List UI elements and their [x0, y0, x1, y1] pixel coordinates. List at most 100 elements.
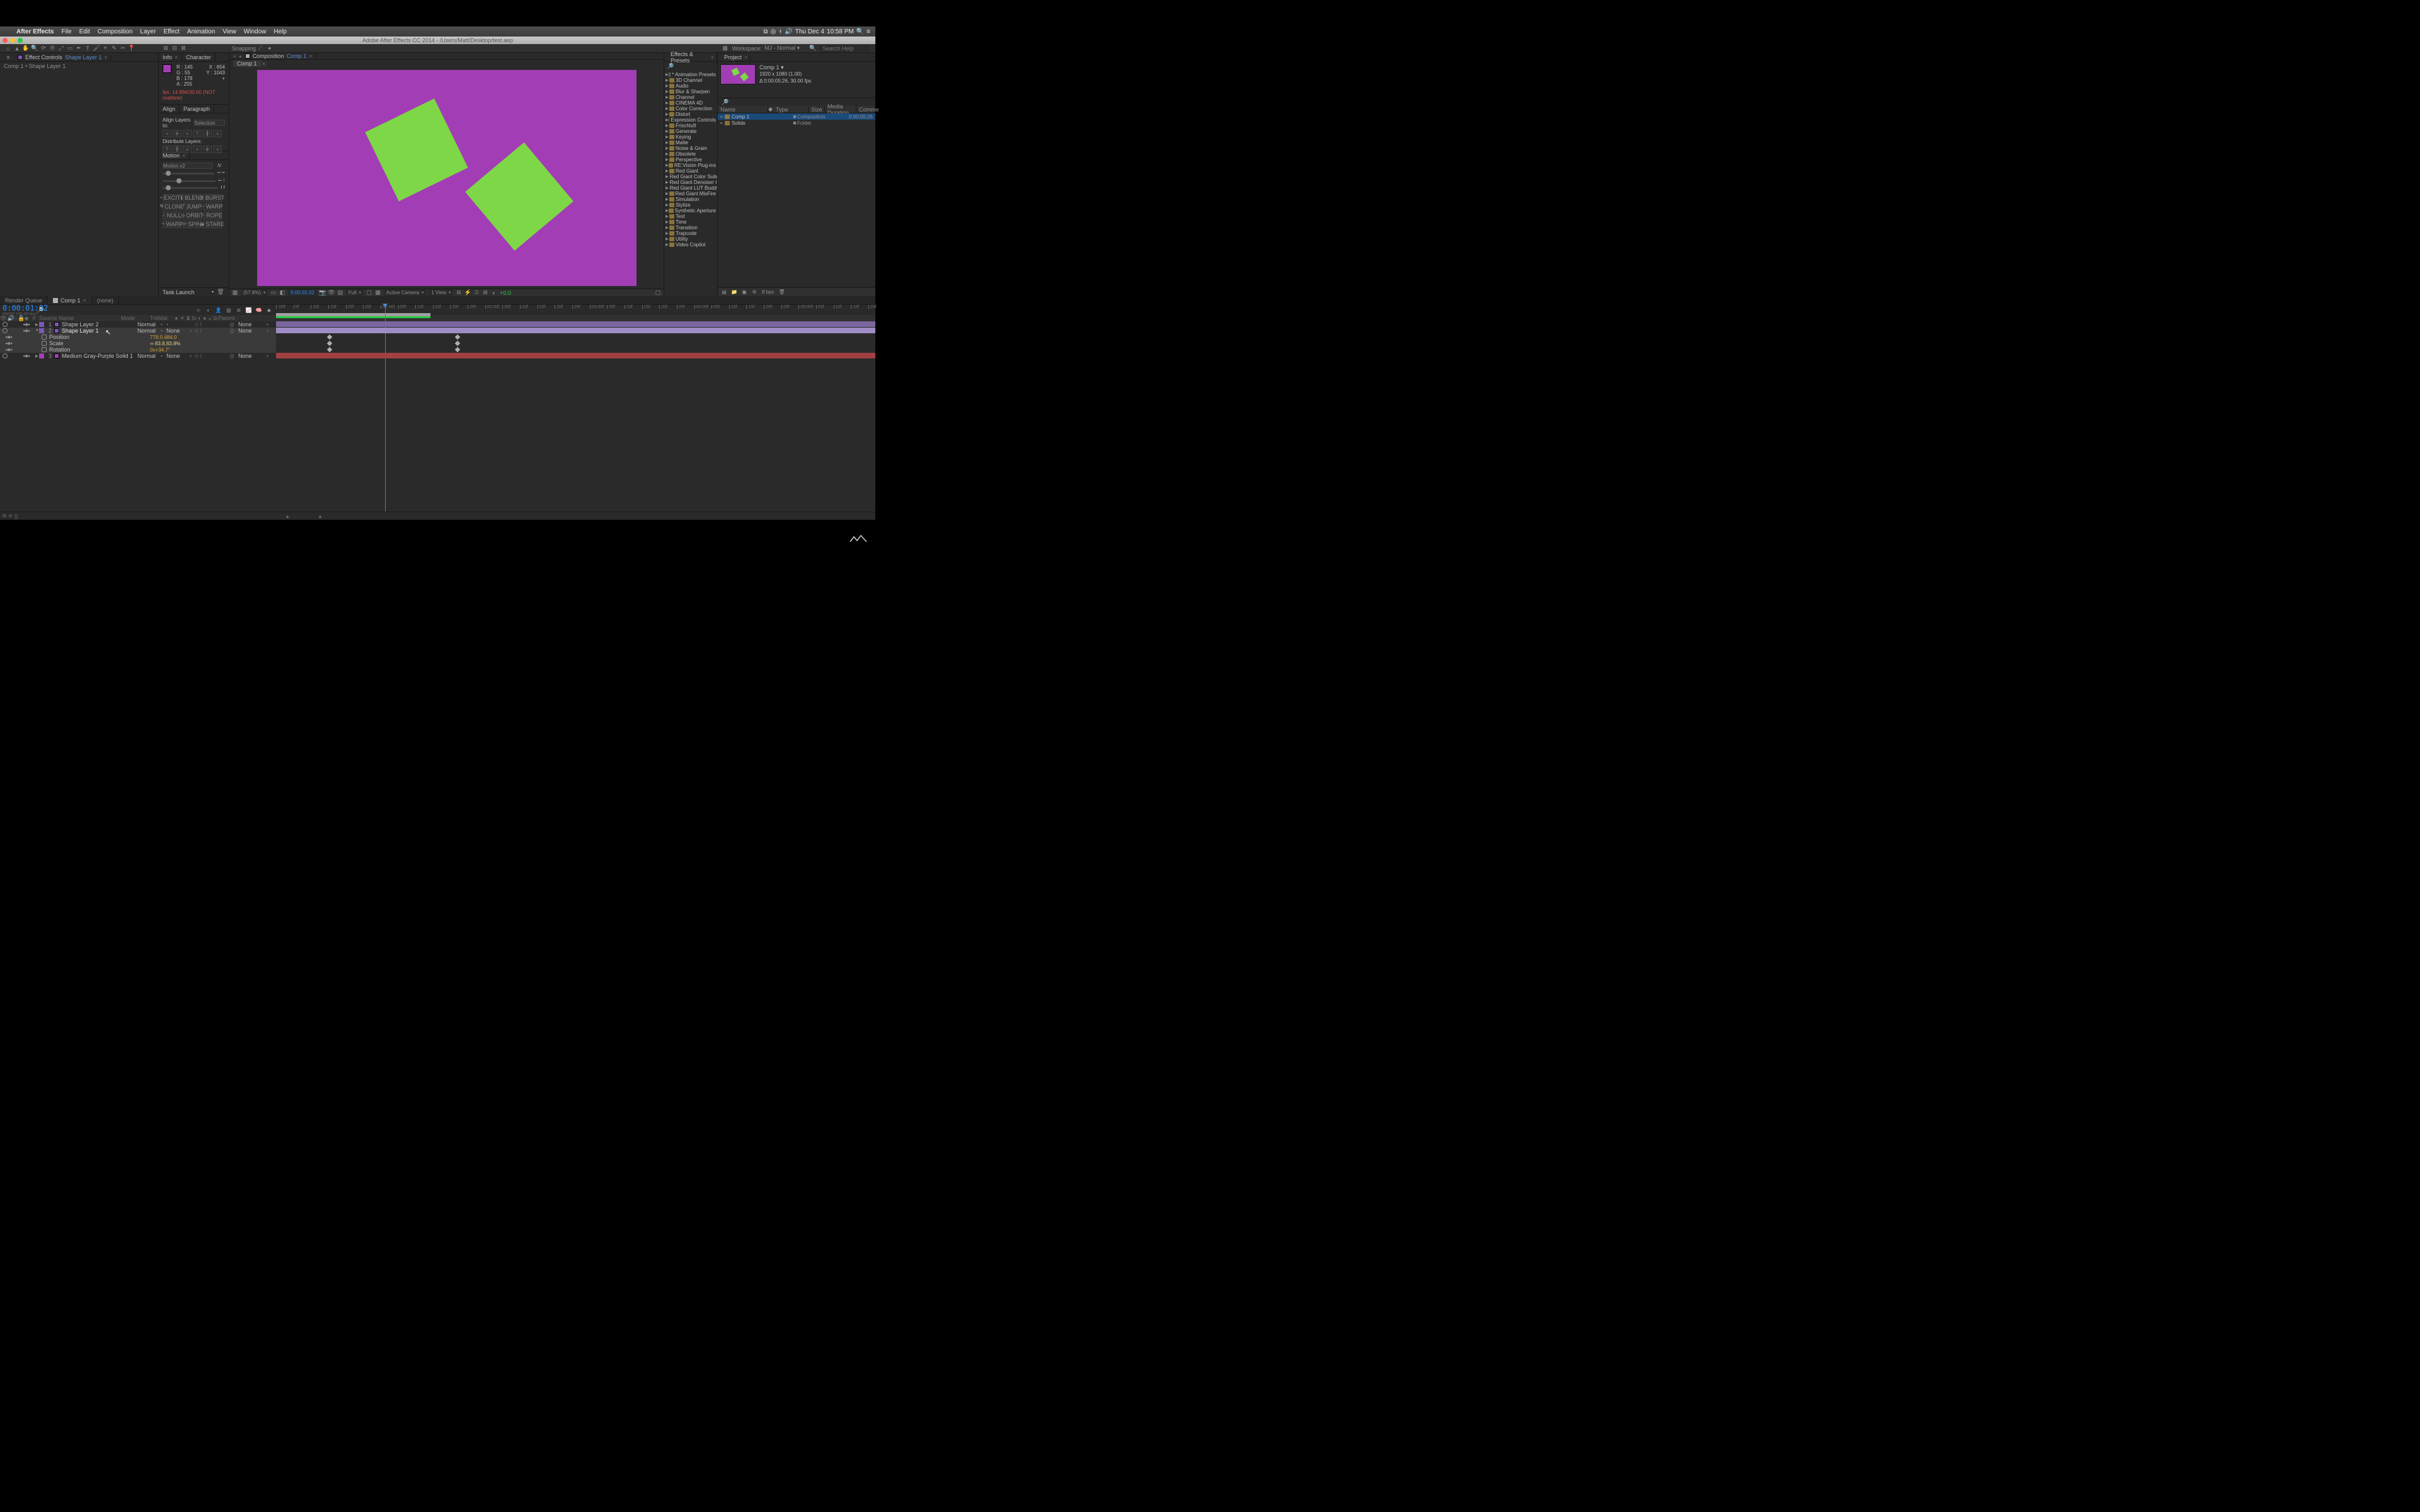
character-tab[interactable]: Character: [182, 53, 216, 61]
pen-tool-icon[interactable]: ✒: [74, 44, 83, 53]
draft-3d-icon[interactable]: ◐: [205, 306, 212, 314]
timeline-layer-row[interactable]: ◂◆▸▼2Shape Layer 1NormalNone⊹/@None: [0, 328, 276, 334]
property-row[interactable]: ◂◆▸Position778.0,484.0: [0, 334, 276, 340]
stopwatch-icon[interactable]: [42, 335, 47, 340]
keyframe-nav[interactable]: ◂◆▸: [5, 347, 18, 352]
motion-clone-button[interactable]: ⧉CLONE: [163, 203, 182, 210]
disclosure-triangle-icon[interactable]: ▸: [719, 121, 724, 125]
timeline-layer-row[interactable]: ◂◆▸▶1Shape Layer 2Normal⊹/@None: [0, 321, 276, 328]
type-tool-icon[interactable]: T: [83, 44, 92, 53]
fx-category[interactable]: ▶Transition: [664, 225, 717, 231]
close-icon[interactable]: ×: [744, 54, 747, 60]
puppet-tool-icon[interactable]: 📍: [127, 44, 136, 53]
fx-category[interactable]: ▶Audio: [664, 83, 717, 89]
align-left-icon[interactable]: ⫠: [163, 130, 171, 137]
audio-switch-header-icon[interactable]: 🔊: [7, 315, 14, 322]
fx-category[interactable]: ▶Matte: [664, 140, 717, 146]
menu-composition[interactable]: Composition: [94, 28, 137, 35]
rotation-tool-icon[interactable]: ⟳: [39, 44, 48, 53]
comp-mini-flowchart-icon[interactable]: ⊹: [195, 306, 202, 314]
motion-curve-icon[interactable]: /\/: [214, 164, 225, 168]
disclosure-triangle-icon[interactable]: ▶: [666, 180, 669, 185]
close-icon[interactable]: ×: [83, 297, 86, 304]
fx-category[interactable]: ▶Simulation: [664, 197, 717, 202]
property-value[interactable]: 778.0,484.0: [112, 335, 176, 340]
resolution-dropdown[interactable]: Full: [346, 289, 364, 296]
property-row[interactable]: ◂◆▸Rotation0x+34.7°: [0, 346, 276, 353]
fx-category[interactable]: ▶Expression Controls: [664, 117, 717, 123]
track-matte-dropdown[interactable]: None: [166, 353, 192, 359]
effect-controls-tab[interactable]: Effect Controls Shape Layer 1 ×: [15, 54, 111, 60]
fx-category[interactable]: ▶Text: [664, 214, 717, 219]
parent-pickwhip-icon[interactable]: @: [229, 328, 234, 334]
align-target-dropdown[interactable]: Selection: [194, 120, 226, 126]
motion-slider-3[interactable]: [163, 187, 218, 189]
parent-pickwhip-icon[interactable]: @: [229, 322, 234, 328]
brainstorm-icon[interactable]: 🧠: [255, 306, 263, 314]
timeline-none-tab[interactable]: (none): [92, 296, 119, 304]
fx-category[interactable]: ▶Obsolete: [664, 151, 717, 157]
paragraph-tab[interactable]: Paragraph: [180, 105, 214, 113]
fx-category[interactable]: ▶3D Channel: [664, 77, 717, 83]
fx-category[interactable]: ▶Color Correction: [664, 106, 717, 112]
motion-orbit-button[interactable]: ◎ORBIT: [183, 212, 202, 219]
auto-keyframe-icon[interactable]: ◆: [265, 306, 273, 314]
fx-category[interactable]: ▶Red Giant LUT Buddy: [664, 185, 717, 191]
flowchart-tab[interactable]: Comp 1 ×: [233, 60, 271, 67]
mask-toggle-icon[interactable]: ◧: [279, 290, 285, 296]
motion-jump-button[interactable]: ⤒JUMP: [183, 203, 202, 210]
minimize-window-icon[interactable]: [10, 38, 15, 43]
disclosure-triangle-icon[interactable]: ▸: [719, 115, 724, 119]
toggle-in-out-icon[interactable]: {}: [14, 513, 18, 519]
keyframe-nav[interactable]: ◂◆▸: [23, 353, 35, 358]
fx-category[interactable]: ▶Perspective: [664, 157, 717, 163]
fast-previews-icon[interactable]: ⚡: [464, 290, 471, 296]
layer-duration-bar[interactable]: [276, 321, 875, 327]
disclosure-triangle-icon[interactable]: ▶: [666, 175, 669, 179]
world-axis-icon[interactable]: ⊟: [170, 44, 179, 53]
fx-category[interactable]: ▶Time: [664, 219, 717, 225]
fx-category[interactable]: ▶Keying: [664, 134, 717, 140]
zoom-window-icon[interactable]: [18, 38, 23, 43]
trash-icon[interactable]: 🗑: [778, 289, 786, 295]
interpret-footage-icon[interactable]: ▤: [720, 289, 728, 295]
motion-arrows-icon[interactable]: ⭳ ⭱: [221, 185, 225, 192]
motion-stare-button[interactable]: ◉STARE: [203, 220, 222, 228]
layer-color-swatch[interactable]: [39, 328, 44, 333]
eraser-tool-icon[interactable]: ✎: [110, 44, 118, 53]
project-settings-icon[interactable]: ⚙: [751, 289, 758, 295]
toggle-modes-icon[interactable]: ⧈: [9, 513, 12, 519]
project-tab[interactable]: Project×: [722, 54, 751, 60]
keyframe-icon[interactable]: [455, 335, 460, 340]
local-axis-icon[interactable]: ⊞: [161, 44, 170, 53]
selection-tool-icon[interactable]: ▲: [13, 44, 21, 53]
fx-category[interactable]: ▶Generate: [664, 129, 717, 134]
new-folder-icon[interactable]: 📁: [730, 289, 738, 295]
current-timecode[interactable]: 0:00:01:02: [0, 304, 35, 312]
timeline-toggle-icon[interactable]: ⏱: [473, 290, 480, 296]
menu-layer[interactable]: Layer: [136, 28, 159, 35]
project-item[interactable]: ▸Comp 1■Composition0:00:05:26: [718, 113, 875, 120]
disclosure-triangle-icon[interactable]: ▶: [666, 186, 669, 190]
composition-tab[interactable]: Composition Comp 1 ×: [243, 53, 316, 59]
fx-category[interactable]: ▶Channel: [664, 94, 717, 100]
close-icon[interactable]: ×: [309, 53, 312, 59]
menu-view[interactable]: View: [219, 28, 240, 35]
menu-file[interactable]: File: [57, 28, 75, 35]
snapping-collapse-icon[interactable]: ◂: [265, 44, 274, 53]
fx-category[interactable]: ▶Utility: [664, 236, 717, 242]
panel-menu-icon[interactable]: ≡: [4, 53, 13, 62]
blend-mode-dropdown[interactable]: Normal: [137, 353, 163, 359]
motion-spin-button[interactable]: ⟳SPIN: [183, 220, 202, 228]
motion-blur-icon[interactable]: ⊛: [235, 306, 243, 314]
bluetooth-icon[interactable]: ᚼ: [778, 28, 782, 35]
panel-nav-icon[interactable]: ◂: [238, 54, 243, 59]
motion-warp2-button[interactable]: ⤳WARP: [163, 220, 182, 228]
fx-category[interactable]: ▶Red Giant Color Suite: [664, 174, 717, 180]
close-icon[interactable]: ×: [711, 54, 714, 60]
parent-dropdown[interactable]: None: [238, 328, 268, 334]
new-comp-icon[interactable]: ▣: [740, 289, 748, 295]
info-tab[interactable]: Info×: [159, 53, 182, 61]
fx-category[interactable]: ▶CINEMA 4D: [664, 100, 717, 106]
clone-stamp-tool-icon[interactable]: ⌖: [101, 44, 110, 53]
